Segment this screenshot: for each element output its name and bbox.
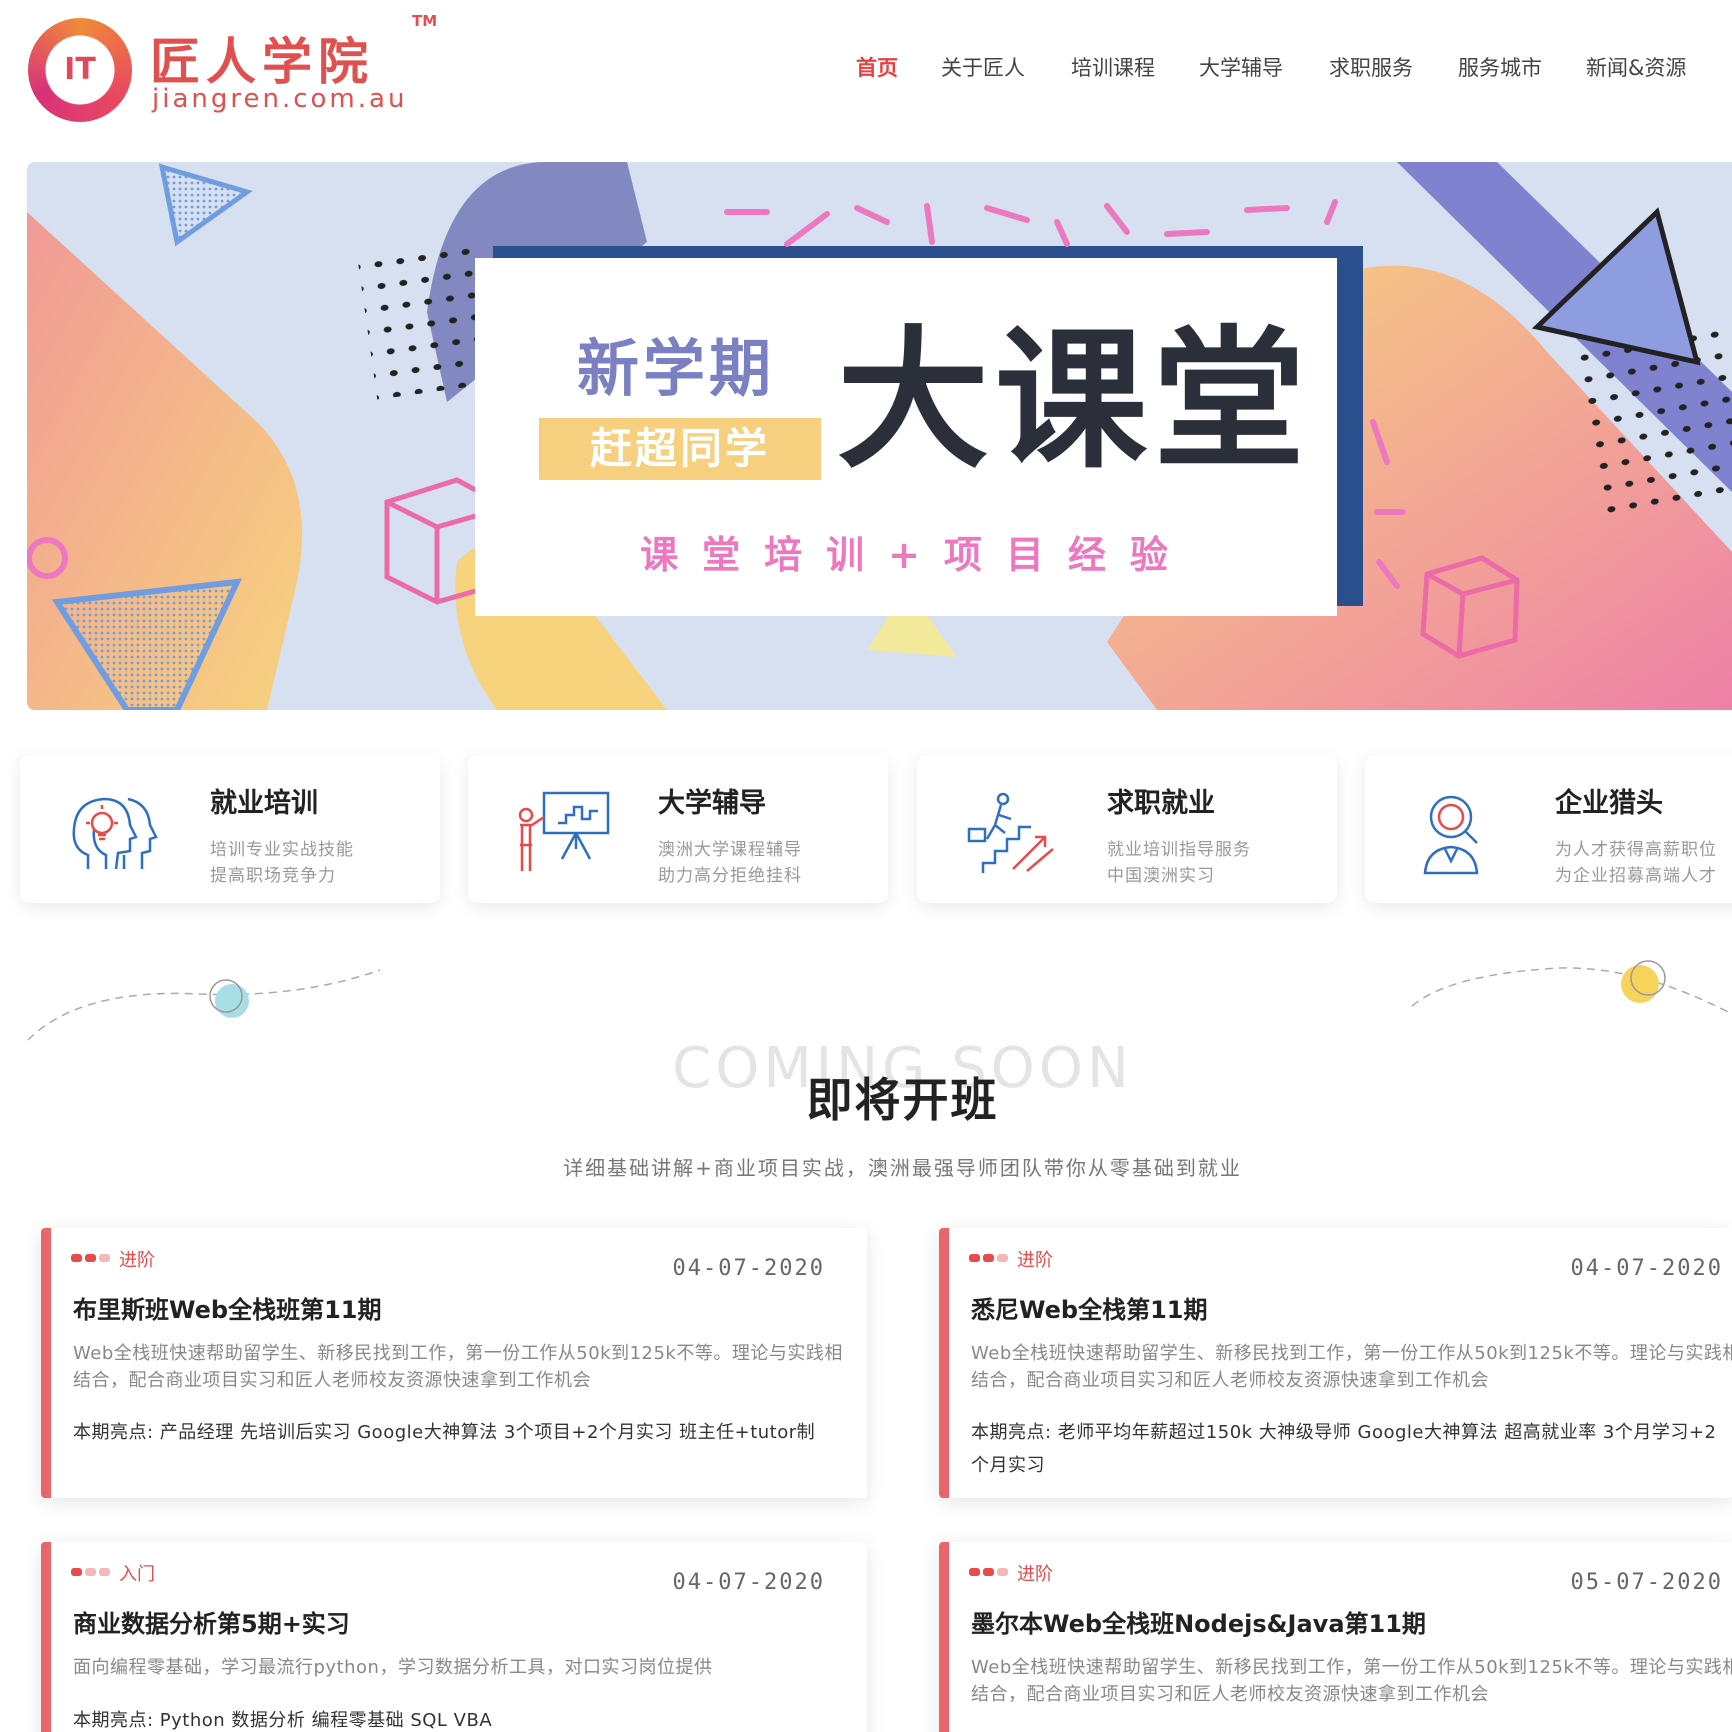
course-description: Web全栈班快速帮助留学生、新移民找到工作，第一份工作从50k到125k不等。理… — [971, 1343, 1732, 1391]
nav-item-home[interactable]: 首页 — [856, 52, 898, 82]
nav-item-career-services[interactable]: 求职服务 — [1329, 52, 1413, 82]
course-card[interactable]: 进阶 04-07-2020 布里斯班Web全栈班第11期 Web全栈班快速帮助留… — [41, 1228, 867, 1498]
course-level: 进阶 — [1017, 1250, 1053, 1271]
course-date: 04-07-2020 — [1570, 1256, 1723, 1281]
course-highlights: 本期亮点: 老师平均年薪超过150k 大神级导师 Google大神算法 超高就业… — [971, 1422, 1717, 1476]
stairs-climb-icon — [967, 792, 1054, 873]
section-decoration — [27, 960, 1732, 1041]
course-card[interactable]: 进阶 04-07-2020 悉尼Web全栈第11期 Web全栈班快速帮助留学生、… — [939, 1228, 1732, 1498]
level-dots-icon — [969, 1568, 1009, 1578]
course-date: 04-07-2020 — [672, 1256, 825, 1281]
nav-item-courses[interactable]: 培训课程 — [1071, 52, 1155, 82]
service-card-job-seeking[interactable]: 求职就业 就业培训指导服务 中国澳洲实习 — [917, 755, 1337, 903]
course-card[interactable]: 进阶 05-07-2020 墨尔本Web全栈班Nodejs&Java第11期 W… — [939, 1542, 1732, 1732]
course-description: 面向编程零基础，学习最流行python，学习数据分析工具，对口实习岗位提供 — [73, 1657, 713, 1678]
service-line: 提高职场竞争力 — [210, 866, 336, 886]
service-card-university-tutoring[interactable]: 大学辅导 澳洲大学课程辅导 助力高分拒绝挂科 — [468, 755, 888, 903]
service-line: 助力高分拒绝挂科 — [658, 866, 802, 886]
course-description: Web全栈班快速帮助留学生、新移民找到工作，第一份工作从50k到125k不等。理… — [73, 1343, 843, 1391]
magnifier-person-icon — [1423, 795, 1479, 875]
service-title: 求职就业 — [1107, 788, 1215, 819]
nav-item-about[interactable]: 关于匠人 — [941, 52, 1025, 82]
teacher-presentation-icon — [518, 791, 610, 871]
hero-banner[interactable]: 新学期 赶超同学 大课堂 课堂培训+项目经验 — [27, 162, 1732, 710]
section-subtitle: 详细基础讲解+商业项目实战，澳洲最强导师团队带你从零基础到就业 — [563, 1156, 1242, 1180]
section-title: 即将开班 — [806, 1073, 999, 1127]
service-card-headhunting[interactable]: 企业猎头 为人才获得高薪职位 为企业招募高端人才 — [1365, 755, 1732, 903]
service-line: 中国澳洲实习 — [1107, 866, 1215, 886]
level-dots-icon — [71, 1568, 111, 1578]
course-level: 入门 — [119, 1564, 155, 1585]
course-date: 04-07-2020 — [672, 1570, 825, 1595]
logo-trademark: TM — [412, 12, 438, 30]
course-level: 进阶 — [1017, 1564, 1053, 1585]
head-lightbulb-icon — [72, 797, 158, 870]
level-dots-icon — [71, 1254, 111, 1264]
banner-tagline: 课堂培训+项目经验 — [640, 533, 1192, 577]
banner-card: 新学期 赶超同学 大课堂 课堂培训+项目经验 — [475, 258, 1337, 616]
course-description: Web全栈班快速帮助留学生、新移民找到工作，第一份工作从50k到125k不等。理… — [971, 1657, 1732, 1705]
nav-item-service-cities[interactable]: 服务城市 — [1458, 52, 1542, 82]
nav-item-university-tutoring[interactable]: 大学辅导 — [1199, 52, 1283, 82]
service-title: 就业培训 — [210, 788, 318, 819]
course-title: 商业数据分析第5期+实习 — [73, 1610, 350, 1638]
course-level: 进阶 — [119, 1250, 155, 1271]
course-card[interactable]: 入门 04-07-2020 商业数据分析第5期+实习 面向编程零基础，学习最流行… — [41, 1542, 867, 1732]
course-date: 05-07-2020 — [1570, 1570, 1723, 1595]
banner-subtitle: 新学期 — [577, 332, 776, 405]
level-dots-icon — [969, 1254, 1009, 1264]
service-title: 企业猎头 — [1555, 788, 1663, 819]
course-highlights: 本期亮点: Python 数据分析 编程零基础 SQL VBA — [73, 1710, 493, 1731]
service-card-employment-training[interactable]: 就业培训 培训专业实战技能 提高职场竞争力 — [20, 755, 440, 903]
course-title: 布里斯班Web全栈班第11期 — [73, 1296, 382, 1324]
course-highlights: 本期亮点: 产品经理 先培训后实习 Google大神算法 3个项目+2个月实习 … — [73, 1422, 816, 1443]
logo-url: jiangren.com.au — [152, 84, 408, 114]
course-title: 悉尼Web全栈第11期 — [971, 1296, 1208, 1324]
main-nav: 首页 关于匠人 培训课程 大学辅导 求职服务 服务城市 新闻&资源 — [0, 52, 1732, 84]
banner-title: 大课堂 — [837, 312, 1311, 489]
service-line: 澳洲大学课程辅导 — [658, 840, 802, 860]
service-line: 培训专业实战技能 — [210, 840, 354, 860]
service-line: 为人才获得高薪职位 — [1555, 840, 1717, 860]
nav-item-news-resources[interactable]: 新闻&资源 — [1586, 52, 1686, 82]
service-line: 为企业招募高端人才 — [1555, 866, 1717, 886]
course-title: 墨尔本Web全栈班Nodejs&Java第11期 — [971, 1610, 1426, 1638]
banner-tag: 赶超同学 — [539, 418, 821, 480]
site-header: IT 匠人学院 TM jiangren.com.au 首页 关于匠人 培训课程 … — [0, 0, 1732, 130]
service-line: 就业培训指导服务 — [1107, 840, 1251, 860]
service-title: 大学辅导 — [658, 788, 766, 819]
